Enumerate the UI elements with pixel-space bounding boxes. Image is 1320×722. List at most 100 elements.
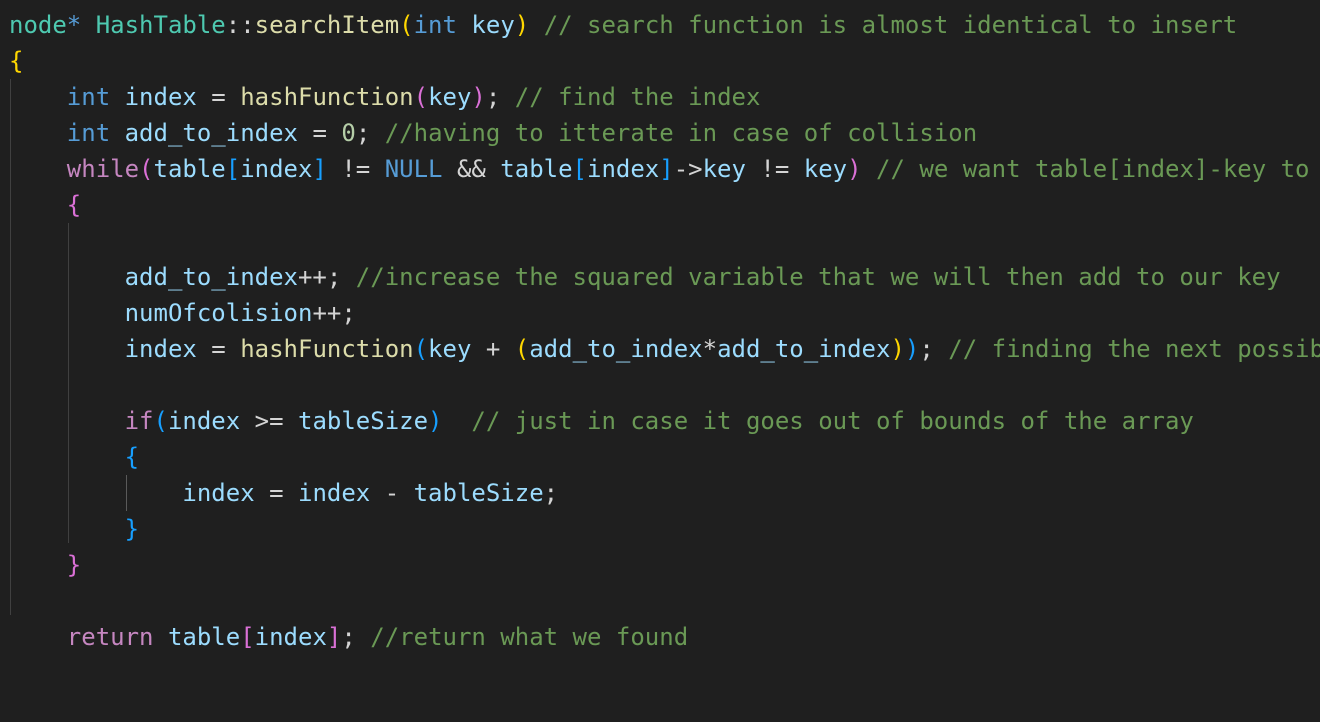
- code-token-punct: ;: [485, 83, 515, 111]
- code-token-comment: // find the index: [514, 83, 761, 111]
- code-line[interactable]: {: [9, 439, 1320, 475]
- code-line[interactable]: [9, 223, 1320, 259]
- code-token-bracket2: [: [240, 623, 255, 651]
- code-line[interactable]: int add_to_index = 0; //having to ittera…: [9, 115, 1320, 151]
- code-token-variable: add_to_index: [124, 119, 298, 147]
- code-token-variable: index: [167, 407, 241, 435]
- code-token-variable: tableSize: [298, 407, 429, 435]
- code-token-bracket3: ]: [659, 155, 674, 183]
- code-line[interactable]: index = hashFunction(key + (add_to_index…: [9, 331, 1320, 367]
- code-token-bracket3: (: [413, 335, 429, 363]
- code-token-type: node: [9, 11, 67, 39]
- code-token-bracket3: ): [904, 335, 920, 363]
- code-token-variable: index: [254, 623, 327, 651]
- code-line[interactable]: }: [9, 547, 1320, 583]
- code-token-operator: *: [702, 335, 718, 363]
- code-token-control: if: [124, 407, 154, 435]
- code-token-variable: add_to_index: [529, 335, 703, 363]
- code-token-punct: ;: [341, 623, 371, 651]
- code-token-bracket3: [: [572, 155, 587, 183]
- code-line[interactable]: add_to_index++; //increase the squared v…: [9, 259, 1320, 295]
- code-token-operator: ->: [673, 155, 703, 183]
- code-token-operator: =: [196, 83, 241, 111]
- code-token-variable: key: [471, 11, 515, 39]
- code-token-bracket3: (: [153, 407, 168, 435]
- code-token-variable: index: [124, 83, 197, 111]
- code-token-punct: ::: [225, 11, 255, 39]
- code-token-variable: index: [240, 155, 313, 183]
- code-token-variable: key: [428, 83, 472, 111]
- code-line[interactable]: int index = hashFunction(key); // find t…: [9, 79, 1320, 115]
- code-token-keyword: int: [66, 83, 111, 111]
- code-line[interactable]: node* HashTable::searchItem(int key) // …: [9, 7, 1320, 43]
- code-token-operator: ++: [297, 263, 327, 291]
- code-token-variable: add_to_index: [717, 335, 891, 363]
- code-token-bracket3: }: [124, 515, 140, 543]
- code-token-bracket3: [: [225, 155, 241, 183]
- code-token-bracket2: ): [471, 83, 486, 111]
- code-token-variable: index: [182, 479, 255, 507]
- code-token-variable: table: [500, 155, 573, 183]
- code-token-keyword: *: [66, 11, 82, 39]
- code-token-function: searchItem: [254, 11, 400, 39]
- code-line[interactable]: [9, 583, 1320, 619]
- code-token-operator: =: [298, 119, 342, 147]
- code-area[interactable]: node* HashTable::searchItem(int key) // …: [9, 7, 1320, 655]
- code-token-variable: index: [587, 155, 660, 183]
- code-token-operator: -: [370, 479, 414, 507]
- code-line[interactable]: numOfcolision++;: [9, 295, 1320, 331]
- code-token-punct: ;: [341, 299, 356, 327]
- code-token-comment: // we want table[index]-key to: [876, 155, 1310, 183]
- code-line[interactable]: index = index - tableSize;: [9, 475, 1320, 511]
- code-token-operator: =: [254, 479, 298, 507]
- code-line[interactable]: {: [9, 187, 1320, 223]
- code-token-variable: tableSize: [413, 479, 544, 507]
- code-token-control: while: [66, 155, 140, 183]
- code-token-variable: index: [298, 479, 371, 507]
- code-line[interactable]: [9, 367, 1320, 403]
- code-token-type: HashTable: [95, 11, 226, 39]
- code-token-bracket2: (: [139, 155, 154, 183]
- code-token-bracket2: (: [413, 83, 429, 111]
- code-token-comment: //increase the squared variable that we …: [355, 263, 1281, 291]
- code-line[interactable]: return table[index]; //return what we fo…: [9, 619, 1320, 655]
- code-token-variable: table: [167, 623, 241, 651]
- code-editor[interactable]: node* HashTable::searchItem(int key) // …: [0, 0, 1320, 722]
- code-token-operator: ++: [312, 299, 342, 327]
- code-token-variable: key: [428, 335, 472, 363]
- code-token-variable: index: [124, 335, 197, 363]
- code-token-function: hashFunction: [240, 83, 414, 111]
- code-token-comment: //return what we found: [370, 623, 689, 651]
- code-token-operator: >=: [240, 407, 298, 435]
- code-token-bracket1: {: [9, 47, 24, 75]
- code-line[interactable]: }: [9, 511, 1320, 547]
- code-line[interactable]: while(table[index] != NULL && table[inde…: [9, 151, 1320, 187]
- code-token-bracket3: ]: [312, 155, 327, 183]
- code-token-comment: // search function is almost identical t…: [543, 11, 1238, 39]
- code-line[interactable]: if(index >= tableSize) // just in case i…: [9, 403, 1320, 439]
- code-token-function: hashFunction: [240, 335, 414, 363]
- code-token-bracket1: (: [514, 335, 530, 363]
- code-line[interactable]: {: [9, 43, 1320, 79]
- code-token-number: 0: [341, 119, 356, 147]
- code-token-operator: +: [471, 335, 515, 363]
- code-token-control: return: [66, 623, 154, 651]
- code-token-comment: // just in case it goes out of bounds of…: [471, 407, 1194, 435]
- code-token-keyword: int: [66, 119, 111, 147]
- code-token-variable: key: [702, 155, 746, 183]
- code-token-variable: add_to_index: [124, 263, 298, 291]
